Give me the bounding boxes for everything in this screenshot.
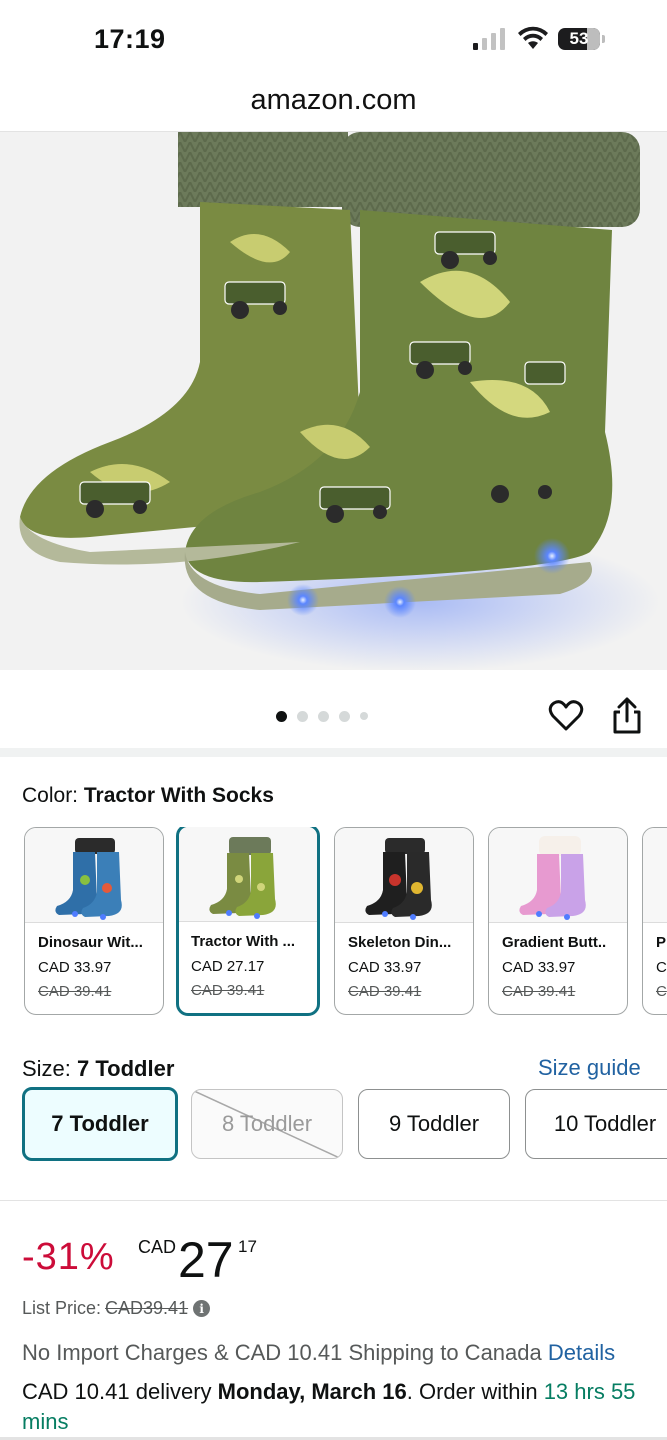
color-thumbnail [25, 828, 163, 923]
image-pagination[interactable] [276, 709, 368, 723]
size-option-8-toddler[interactable]: 8 Toddler [191, 1089, 343, 1159]
color-thumbnail [335, 828, 473, 923]
size-guide-link[interactable]: Size guide [538, 1055, 641, 1081]
heart-icon[interactable] [548, 698, 584, 734]
list-price: List Price: CAD39.41 i [22, 1298, 211, 1319]
battery-icon: 53 [558, 28, 606, 50]
size-option-7-toddler[interactable]: 7 Toddler [22, 1087, 178, 1161]
color-option-price: C [656, 959, 667, 976]
color-option-name: Gradient Butt.. [502, 934, 607, 951]
selected-size: 7 Toddler [77, 1056, 175, 1081]
shipping-info: No Import Charges & CAD 10.41 Shipping t… [22, 1340, 616, 1365]
price-whole: 27 [178, 1232, 234, 1288]
rain-boots-image [19, 132, 660, 670]
pagination-dot[interactable] [318, 710, 329, 722]
color-option-gradient-butterfly[interactable]: Gradient Butt.. CAD 33.97 CAD 39.41 [488, 827, 628, 1015]
product-image[interactable] [0, 132, 667, 670]
color-options: Dinosaur Wit... CAD 33.97 CAD 39.41 Trac… [24, 827, 667, 1017]
color-option-name: P [656, 934, 667, 951]
size-option-10-toddler[interactable]: 10 Toddler [525, 1089, 667, 1159]
cellular-signal-icon [473, 28, 505, 50]
size-options: 7 Toddler 8 Toddler 9 Toddler 10 Toddler [22, 1087, 667, 1162]
color-option-name: Dinosaur Wit... [38, 934, 143, 951]
price-fraction: 17 [238, 1237, 257, 1256]
color-option-name: Skeleton Din... [348, 934, 452, 951]
color-thumbnail [489, 828, 627, 923]
delivery-date: Monday, March 16 [217, 1379, 407, 1404]
color-thumbnail [179, 827, 317, 922]
color-option-list-price: CAD 39.41 [348, 983, 422, 1000]
color-option-list-price: CAD 39.41 [191, 982, 265, 999]
pagination-dot[interactable] [339, 710, 350, 722]
color-thumbnail [643, 828, 667, 923]
size-option-9-toddler[interactable]: 9 Toddler [358, 1089, 510, 1159]
price-currency: CAD [138, 1237, 177, 1257]
shipping-details-link[interactable]: Details [548, 1340, 615, 1365]
color-option-dinosaur[interactable]: Dinosaur Wit... CAD 33.97 CAD 39.41 [24, 827, 164, 1015]
color-option-skeleton[interactable]: Skeleton Din... CAD 33.97 CAD 39.41 [334, 827, 474, 1015]
pagination-dot[interactable] [276, 710, 287, 722]
wifi-icon [518, 26, 548, 49]
delivery-info: CAD 10.41 delivery Monday, March 16. Ord… [22, 1379, 636, 1434]
status-time: 17:19 [94, 24, 166, 54]
color-option-partial[interactable]: P C C [642, 827, 667, 1015]
color-option-price: CAD 33.97 [38, 959, 112, 976]
color-option-price: CAD 27.17 [191, 958, 265, 975]
selected-color: Tractor With Socks [83, 784, 274, 807]
battery-level: 53 [569, 29, 589, 48]
section-divider [0, 1200, 667, 1201]
pagination-dot[interactable] [360, 712, 368, 720]
color-label: Color: Tractor With Socks [22, 784, 274, 807]
color-option-price: CAD 33.97 [348, 959, 422, 976]
discount-percent: -31% [22, 1236, 115, 1278]
info-icon[interactable]: i [193, 1300, 211, 1317]
pagination-dot[interactable] [297, 710, 308, 722]
list-price-value: CAD39.41 [105, 1298, 189, 1318]
color-option-price: CAD 33.97 [502, 959, 576, 976]
share-icon[interactable] [609, 696, 645, 736]
color-option-tractor[interactable]: Tractor With ... CAD 27.17 CAD 39.41 [176, 827, 320, 1016]
color-option-list-price: CAD 39.41 [502, 983, 576, 1000]
color-option-name: Tractor With ... [191, 933, 296, 950]
color-option-list-price: C [656, 983, 667, 1000]
color-option-list-price: CAD 39.41 [38, 983, 112, 1000]
size-label: Size: 7 Toddler [22, 1056, 175, 1081]
status-bar: 17:19 53 [0, 0, 667, 80]
section-divider [0, 748, 667, 757]
browser-url[interactable]: amazon.com [0, 84, 667, 117]
